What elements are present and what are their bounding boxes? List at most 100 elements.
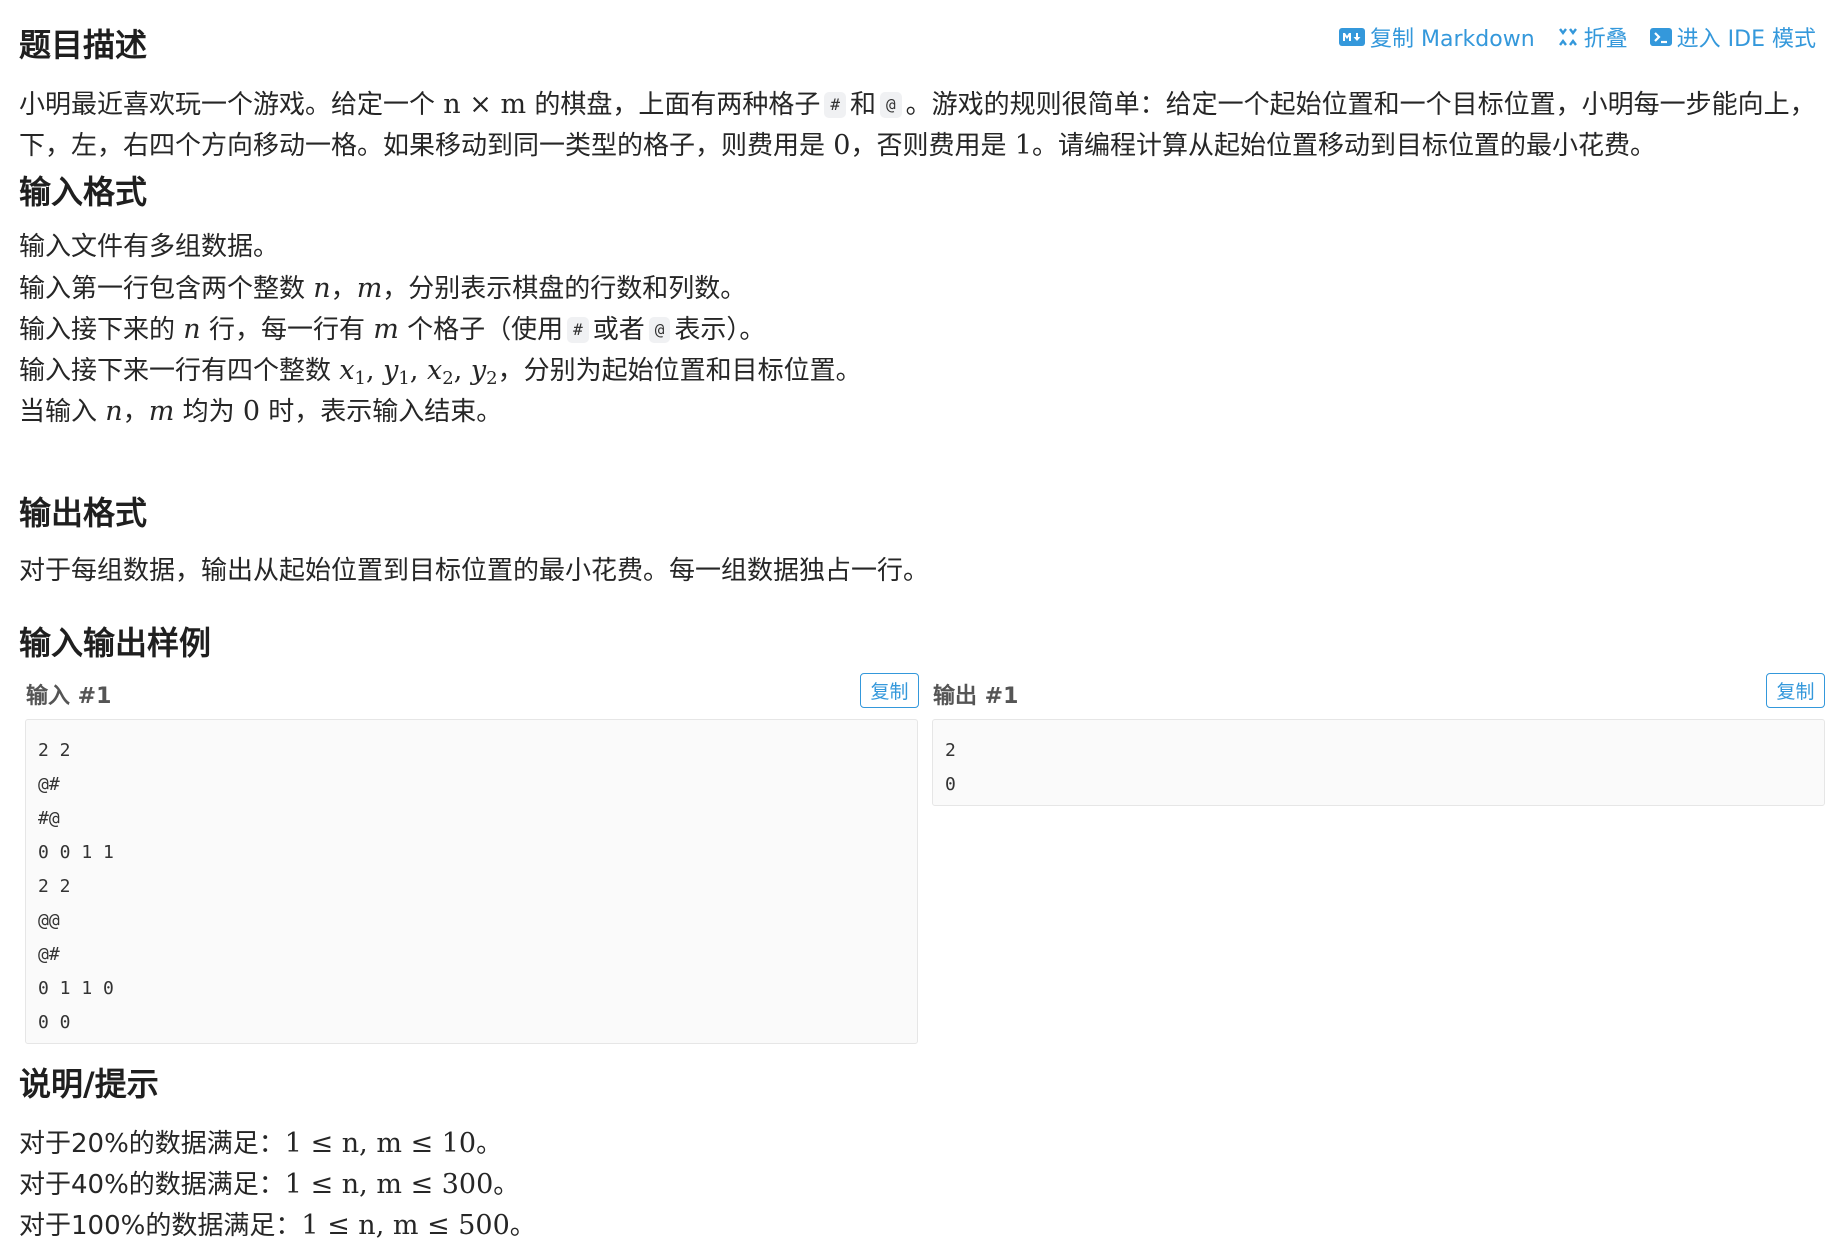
description-text: 小明最近喜欢玩一个游戏。给定一个 n × m 的棋盘，上面有两种格子 # 和 @ 。游戏… bbox=[19, 84, 1816, 166]
input-format-text: 输入文件有多组数据。 输入第一行包含两个整数 n，m，分别表示棋盘的行数和列数。… bbox=[19, 227, 862, 432]
samples-title: 输入输出样例 bbox=[19, 624, 212, 662]
ide-mode-button[interactable]: 进入 IDE 模式 bbox=[1649, 21, 1816, 53]
output-format-line: 对于每组数据，输出从起始位置到目标位置的最小花费。每一组数据独占一行。 bbox=[19, 556, 930, 586]
input-format-line: 输入接下来的 n 行，每一行有 m 个格子（使用 # 或者 @ 表示）。 bbox=[19, 309, 862, 350]
text: 个格子（使用 bbox=[407, 315, 564, 345]
hints-text: 对于20%的数据满足：1 ≤ n, m ≤ 10。 对于40%的数据满足：1 ≤ … bbox=[19, 1123, 536, 1246]
output-format-text: 对于每组数据，输出从起始位置到目标位置的最小花费。每一组数据独占一行。 bbox=[19, 551, 929, 592]
problem-toolbar: 复制 Markdown 折叠 进入 IDE 模式 bbox=[1339, 21, 1816, 53]
text: 当输入 bbox=[19, 397, 98, 427]
text: 小明最近喜欢玩一个游戏。给定一个 bbox=[19, 90, 436, 120]
text: ，分别为起始位置和目标位置。 bbox=[497, 356, 862, 386]
markdown-icon bbox=[1339, 28, 1366, 46]
fold-button[interactable]: 折叠 bbox=[1557, 21, 1628, 53]
hint-prefix: 对于20%的数据满足： bbox=[19, 1129, 285, 1159]
text: ， bbox=[122, 397, 149, 427]
hint-prefix: 对于40%的数据满足： bbox=[19, 1170, 285, 1200]
code-line: 2 2 bbox=[38, 876, 71, 897]
text: 。游戏的规则很简单：给定一个起始位置和一个目标位置，小明每一步能向上， bbox=[905, 90, 1816, 120]
math-n: n bbox=[183, 314, 201, 345]
text: ，否则费用是 bbox=[850, 131, 1007, 161]
text: 表示）。 bbox=[674, 315, 766, 345]
problem-page: 复制 Markdown 折叠 进入 IDE 模式 题目描述 小明最近喜欢玩一个游… bbox=[0, 0, 1842, 1241]
input-format-line: 输入接下来一行有四个整数 x1, y1, x2, y2，分别为起始位置和目标位置… bbox=[19, 350, 862, 391]
code-line: @# bbox=[38, 944, 60, 965]
hint-line: 对于40%的数据满足：1 ≤ n, m ≤ 300。 bbox=[19, 1164, 536, 1205]
input-format-line: 当输入 n，m 均为 0 时，表示输入结束。 bbox=[19, 391, 862, 432]
math-zero: 0 bbox=[242, 396, 261, 427]
sample-input-label: 输入 #1 bbox=[26, 684, 112, 709]
code-line: @# bbox=[38, 774, 60, 795]
sample-input-header: 输入 #1 复制 bbox=[20, 672, 919, 712]
text: 的棋盘，上面有两种格子 bbox=[534, 90, 821, 120]
text: 和 bbox=[849, 90, 876, 120]
math-m: m bbox=[148, 396, 175, 427]
hint-constraint: 1 ≤ n, m ≤ 500 bbox=[301, 1210, 510, 1241]
math-n: n bbox=[105, 396, 122, 427]
code-line: @@ bbox=[38, 910, 60, 931]
math-coordinates: x1, y1, x2, y2 bbox=[339, 355, 498, 389]
text: 或者 bbox=[592, 315, 645, 345]
text: 。请编程计算从起始位置移动到目标位置的最小花费。 bbox=[1031, 131, 1656, 161]
hash-code: # bbox=[567, 317, 589, 343]
copy-markdown-label: 复制 Markdown bbox=[1370, 27, 1535, 52]
hint-suffix: 。 bbox=[476, 1129, 503, 1159]
code-line: 0 bbox=[945, 774, 956, 795]
hint-line: 对于20%的数据满足：1 ≤ n, m ≤ 10。 bbox=[19, 1123, 536, 1164]
hint-constraint: 1 ≤ n, m ≤ 10 bbox=[284, 1128, 477, 1159]
math-n-times-m: n × m bbox=[443, 89, 527, 120]
code-line: 2 2 bbox=[38, 740, 71, 761]
math-m: m bbox=[373, 314, 399, 345]
math-m: m bbox=[357, 273, 383, 304]
hint-suffix: 。 bbox=[509, 1211, 536, 1241]
math-zero: 0 bbox=[833, 130, 851, 161]
input-format-title: 输入格式 bbox=[19, 173, 148, 211]
description-line: 小明最近喜欢玩一个游戏。给定一个 n × m 的棋盘，上面有两种格子 # 和 @ 。游戏… bbox=[19, 84, 1816, 125]
input-format-line: 输入第一行包含两个整数 n，m，分别表示棋盘的行数和列数。 bbox=[19, 268, 862, 309]
math-n: n bbox=[313, 273, 331, 304]
copy-markdown-button[interactable]: 复制 Markdown bbox=[1339, 21, 1535, 53]
description-line: 下，左，右四个方向移动一格。如果移动到同一类型的格子，则费用是 0，否则费用是 … bbox=[19, 125, 1816, 166]
input-format-line: 输入文件有多组数据。 bbox=[19, 232, 280, 262]
text: 均为 bbox=[182, 397, 235, 427]
text: 输入接下来一行有四个整数 bbox=[19, 356, 332, 386]
at-code: @ bbox=[648, 317, 671, 343]
text: 下，左，右四个方向移动一格。如果移动到同一类型的格子，则费用是 bbox=[19, 131, 826, 161]
sample-input-box[interactable]: 2 2 @# #@ 0 0 1 1 2 2 @@ @# 0 1 1 0 0 0 bbox=[25, 719, 918, 1044]
hints-title: 说明/提示 bbox=[19, 1065, 159, 1103]
sample-output-label: 输出 #1 bbox=[933, 684, 1019, 709]
text: 输入接下来的 bbox=[19, 315, 176, 345]
math-n: n bbox=[313, 273, 330, 304]
math-m: m bbox=[373, 314, 399, 345]
output-format-title: 输出格式 bbox=[19, 494, 148, 532]
math-m: m bbox=[149, 396, 175, 427]
at-code: @ bbox=[880, 92, 902, 118]
sample-output-box[interactable]: 20 bbox=[932, 719, 1825, 806]
code-line: 0 0 1 1 bbox=[38, 842, 114, 863]
sample-output-header: 输出 #1 复制 bbox=[927, 672, 1825, 712]
text: 时，表示输入结束。 bbox=[268, 397, 503, 427]
description-title: 题目描述 bbox=[19, 26, 148, 64]
terminal-icon bbox=[1649, 27, 1672, 47]
hint-suffix: 。 bbox=[493, 1170, 520, 1200]
text: 行，每一行有 bbox=[208, 315, 365, 345]
code-line: 0 1 1 0 bbox=[38, 978, 114, 999]
math-n: n bbox=[105, 396, 123, 427]
math-m: m bbox=[356, 273, 383, 304]
text: ， bbox=[330, 274, 357, 304]
copy-output-button[interactable]: 复制 bbox=[1766, 673, 1825, 708]
code-line: 2 bbox=[945, 740, 956, 761]
hint-prefix: 对于100%的数据满足： bbox=[19, 1211, 302, 1241]
fold-icon bbox=[1557, 27, 1579, 47]
copy-input-button[interactable]: 复制 bbox=[860, 673, 919, 708]
fold-label: 折叠 bbox=[1583, 27, 1628, 52]
math-one: 1 bbox=[1014, 130, 1032, 161]
hint-constraint: 1 ≤ n, m ≤ 300 bbox=[284, 1169, 494, 1200]
text: ，分别表示棋盘的行数和列数。 bbox=[382, 274, 747, 304]
ide-mode-label: 进入 IDE 模式 bbox=[1676, 27, 1816, 52]
hash-code: # bbox=[824, 92, 846, 118]
code-line: 0 0 bbox=[38, 1012, 71, 1033]
math-n: n bbox=[183, 314, 200, 345]
text: 输入第一行包含两个整数 bbox=[19, 274, 306, 304]
code-line: #@ bbox=[38, 808, 60, 829]
